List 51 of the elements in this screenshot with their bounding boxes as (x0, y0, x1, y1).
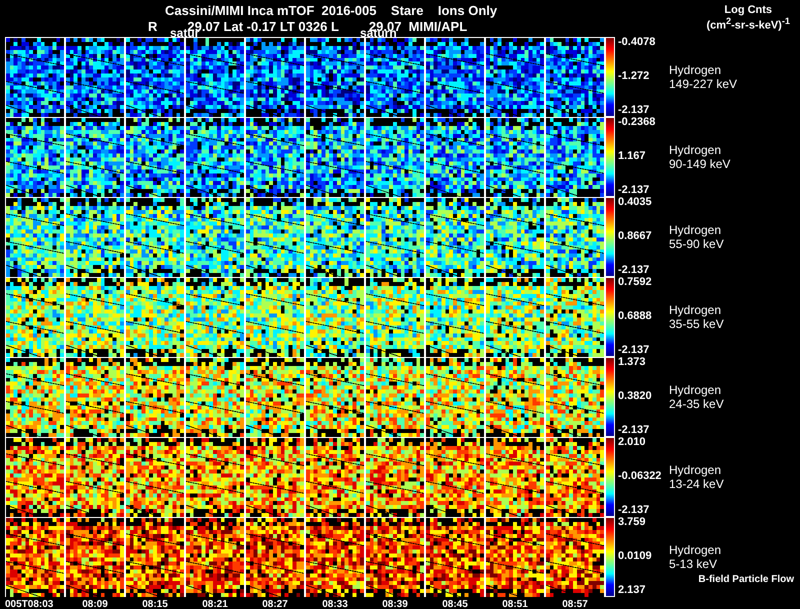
footnote-label: B-field Particle Flow (698, 574, 794, 585)
scale-min-label: 2.137 (618, 585, 646, 596)
species-label: Hydrogen (669, 383, 722, 397)
time-label: 08:09 (81, 599, 109, 609)
species-label: Hydrogen (669, 63, 722, 77)
scale-max-label: 1.373 (618, 357, 646, 368)
units-title: Log Cnts (724, 4, 772, 16)
scale-min-label: -2.137 (618, 505, 650, 516)
scale-min-label: -2.137 (618, 425, 650, 436)
scale-max-label: 0.4035 (618, 197, 652, 208)
energy-label: 35-55 keV (669, 317, 724, 331)
time-label: 08:51 (501, 599, 529, 609)
scale-mid-label: 0.0109 (618, 551, 652, 562)
time-label: 08:39 (381, 599, 409, 609)
time-label: 005T08:03 (5, 599, 54, 609)
scale-min-label: -2.137 (618, 345, 650, 356)
scale-min-label: -2.137 (618, 105, 650, 116)
species-label: Hydrogen (669, 303, 722, 317)
scale-mid-label: 0.3820 (618, 391, 652, 402)
energy-label: 90-149 keV (669, 157, 730, 171)
plot-title: Cassini/MIMI Inca mTOF 2016-005 Stare Ions Only (165, 3, 498, 18)
energy-label: 24-35 keV (669, 397, 724, 411)
scale-mid-label: -1.272 (618, 71, 650, 82)
energy-label: 13-24 keV (669, 477, 724, 491)
species-label: Hydrogen (669, 223, 722, 237)
scale-mid-label: -0.06322 (618, 471, 662, 482)
time-label: 08:57 (561, 599, 589, 609)
energy-label: 55-90 keV (669, 237, 724, 251)
scale-max-label: -0.2368 (618, 117, 656, 128)
scale-mid-label: 1.167 (618, 151, 646, 162)
energy-label: 5-13 keV (669, 557, 718, 571)
time-label: 08:27 (261, 599, 289, 609)
scale-mid-label: 0.6888 (618, 311, 652, 322)
time-label: 08:33 (321, 599, 349, 609)
time-label: 08:15 (141, 599, 169, 609)
species-label: Hydrogen (669, 543, 722, 557)
scale-max-label: -0.4078 (618, 37, 656, 48)
time-label: 08:45 (441, 599, 469, 609)
species-label: Hydrogen (669, 463, 722, 477)
scale-mid-label: 0.8667 (618, 231, 652, 242)
overlay-label: satur (170, 28, 200, 38)
scale-max-label: 3.759 (618, 517, 646, 528)
energy-label: 149-227 keV (669, 77, 738, 91)
scale-max-label: 0.7592 (618, 277, 652, 288)
orbit-info: R (148, 19, 158, 34)
scale-max-label: 2.010 (618, 437, 646, 448)
scale-min-label: -2.137 (618, 265, 650, 276)
units-label: (cm$^{2}$-sr-s-keV)$^{-1}$ (706, 16, 790, 32)
species-label: Hydrogen (669, 143, 722, 157)
scale-min-label: -2.137 (618, 185, 650, 196)
time-label: 08:21 (201, 599, 229, 609)
